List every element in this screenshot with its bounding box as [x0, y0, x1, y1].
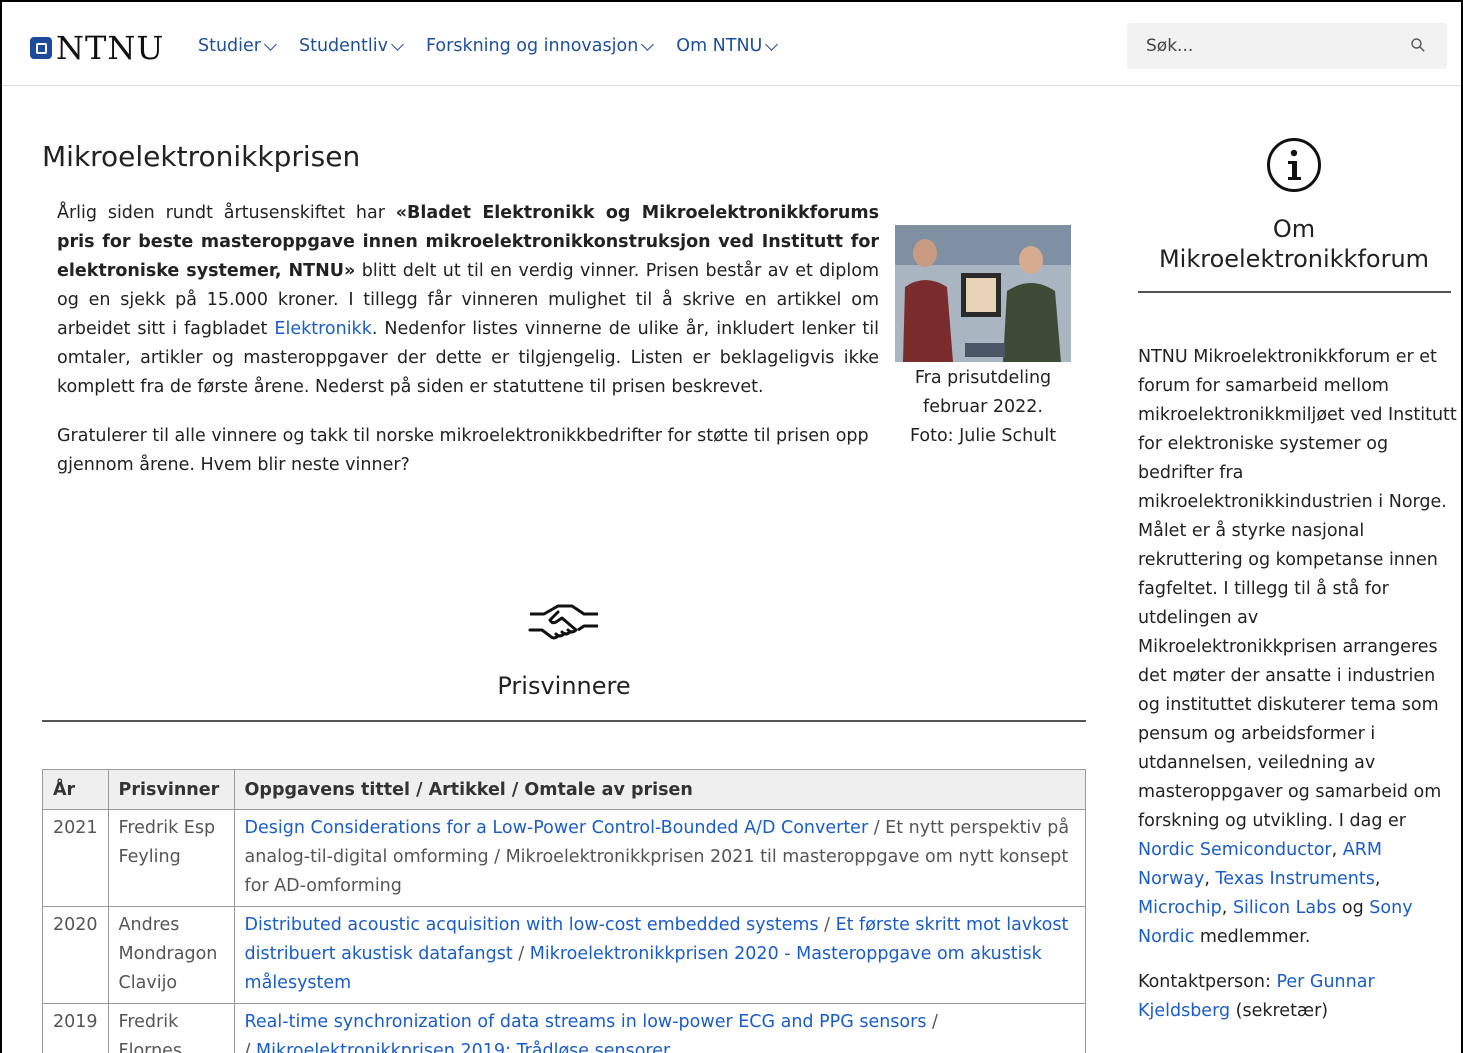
info-icon — [1267, 138, 1321, 192]
member-link-ti[interactable]: Texas Instruments — [1216, 869, 1375, 889]
award-photo — [895, 225, 1071, 362]
thesis-link[interactable]: Design Considerations for a Low-Power Co… — [245, 818, 869, 838]
sidebar-title: Om Mikroelektronikkforum — [1158, 215, 1430, 273]
thesis-link[interactable]: Distributed acoustic acquisition with lo… — [245, 915, 819, 935]
chevron-down-icon — [641, 37, 655, 51]
separator: , — [1221, 898, 1233, 918]
sidebar-text: medlemmer. — [1194, 927, 1311, 947]
ntnu-logo-icon — [30, 37, 52, 59]
thesis-link[interactable]: Real-time synchronization of data stream… — [245, 1012, 927, 1032]
page-title: Mikroelektronikkprisen — [42, 140, 361, 173]
nav-om-ntnu[interactable]: Om NTNU — [676, 36, 779, 56]
cell-year: 2020 — [42, 906, 109, 1004]
chevron-down-icon — [765, 37, 779, 51]
contact-role: (sekretær) — [1230, 1001, 1329, 1021]
nav-forskning[interactable]: Forskning og innovasjon — [425, 36, 655, 56]
nav-label: Om NTNU — [676, 36, 763, 56]
table-row: 2019 Fredrik Flornes Real-time synchroni… — [42, 1003, 1087, 1053]
search-box — [1127, 23, 1447, 69]
nav-label: Forskning og innovasjon — [425, 36, 639, 56]
column-header-winner: Prisvinner — [107, 769, 235, 810]
ntnu-logo[interactable]: NTNU — [30, 32, 164, 64]
member-link-microchip[interactable]: Microchip — [1138, 898, 1222, 918]
main-nav: Studier Studentliv Forskning og innovasj… — [198, 36, 800, 56]
nav-studentliv[interactable]: Studentliv — [299, 36, 404, 56]
nav-label: Studentliv — [299, 36, 388, 56]
member-link-nordic[interactable]: Nordic Semiconductor — [1138, 840, 1332, 860]
separator: / — [512, 944, 530, 964]
handshake-icon — [528, 604, 598, 640]
search-input[interactable] — [1127, 36, 1397, 56]
column-header-title: Oppgavens tittel / Artikkel / Omtale av … — [233, 769, 1087, 810]
separator: / — [926, 1012, 938, 1032]
caption-line: Fra prisutdeling — [914, 368, 1052, 388]
logo-text: NTNU — [56, 29, 165, 67]
cell-year: 2021 — [42, 809, 109, 907]
cell-title: Design Considerations for a Low-Power Co… — [233, 809, 1087, 907]
winners-table: År Prisvinner Oppgavens tittel / Artikke… — [42, 769, 1087, 1053]
chevron-down-icon — [264, 37, 277, 51]
cell-winner: Andres Mondragon Clavijo — [107, 906, 235, 1004]
cell-winner: Fredrik Esp Feyling — [107, 809, 235, 907]
caption-line: februar 2022. — [923, 397, 1043, 417]
separator: / — [818, 915, 836, 935]
separator: , — [1331, 840, 1343, 860]
section-title-prisvinnere: Prisvinnere — [497, 672, 631, 700]
sidebar-divider — [1138, 291, 1451, 293]
cell-winner: Fredrik Flornes — [107, 1003, 235, 1053]
elektronikk-link[interactable]: Elektronikk — [274, 319, 371, 339]
table-row: 2020 Andres Mondragon Clavijo Distribute… — [42, 906, 1087, 1004]
separator: og — [1336, 898, 1370, 918]
search-icon[interactable] — [1411, 38, 1425, 52]
sidebar-text: NTNU Mikroelektronikkforum er et forum f… — [1138, 347, 1457, 831]
table-header-row: År Prisvinner Oppgavens tittel / Artikke… — [42, 769, 1087, 810]
cell-year: 2019 — [42, 1003, 109, 1053]
intro-paragraph: Årlig siden rundt årtusenskiftet har «Bl… — [57, 199, 879, 402]
cell-title: Distributed acoustic acquisition with lo… — [233, 906, 1087, 1004]
coverage-link[interactable]: Mikroelektronikkprisen 2019: Trådløse se… — [256, 1041, 670, 1053]
cell-title: Real-time synchronization of data stream… — [233, 1003, 1087, 1053]
award-photo-image — [895, 225, 1071, 362]
nav-studier[interactable]: Studier — [198, 36, 277, 56]
sidebar-description: NTNU Mikroelektronikkforum er et forum f… — [1138, 343, 1458, 952]
member-link-silicon-labs[interactable]: Silicon Labs — [1233, 898, 1336, 918]
site-header: NTNU Studier Studentliv Forskning og inn… — [2, 2, 1461, 86]
photo-caption: Fra prisutdeling februar 2022. Foto: Jul… — [887, 364, 1079, 451]
congrats-paragraph: Gratulerer til alle vinnere og takk til … — [57, 426, 869, 475]
separator: , — [1204, 869, 1216, 889]
caption-line: Foto: Julie Schult — [909, 426, 1057, 446]
column-header-year: År — [42, 769, 109, 810]
separator: , — [1374, 869, 1381, 889]
contact-label: Kontaktperson: — [1138, 972, 1277, 992]
chevron-down-icon — [391, 37, 404, 51]
sidebar-contact: Kontaktperson: Per Gunnar Kjeldsberg (se… — [1138, 968, 1458, 1026]
intro-text: Årlig siden rundt årtusenskiftet har — [57, 203, 396, 223]
separator: / — [244, 1041, 257, 1053]
table-row: 2021 Fredrik Esp Feyling Design Consider… — [42, 809, 1087, 907]
nav-label: Studier — [198, 36, 261, 56]
section-divider — [42, 720, 1086, 722]
